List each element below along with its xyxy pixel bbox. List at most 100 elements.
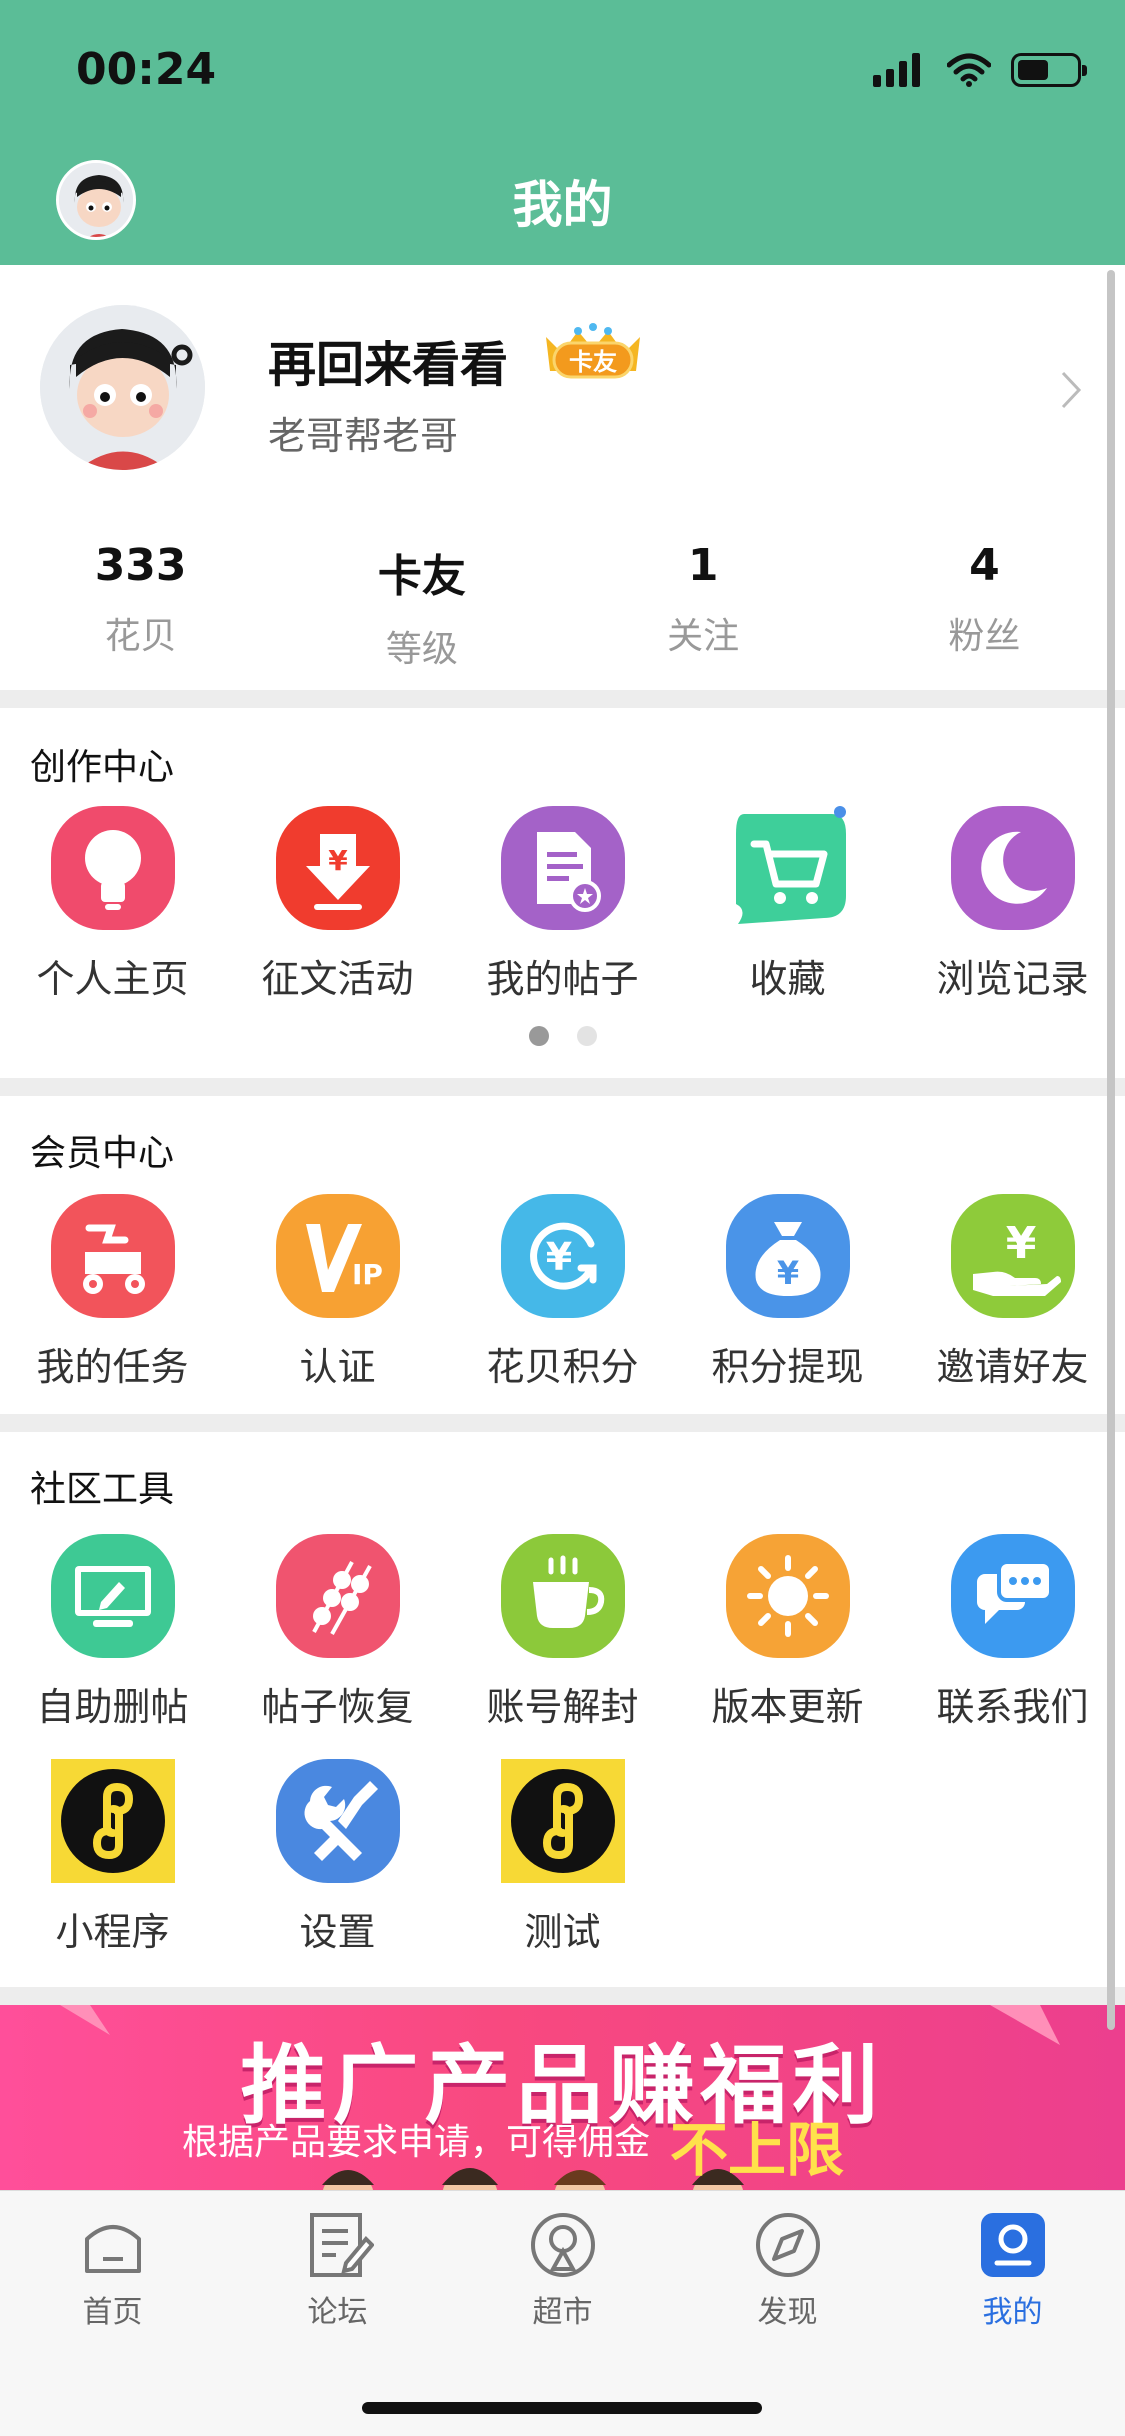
page-dot[interactable] [576, 1026, 597, 1046]
market-icon [530, 2213, 595, 2277]
member-center-grid: 我的任务 IP 认证 ¥ 花贝积分 ¥ 积分提现 ¥ 邀请好友 [0, 1192, 1125, 1391]
compass-icon [755, 2213, 820, 2277]
stat-value: 333 [94, 540, 187, 591]
community-tools-grid-row1: 自助删帖 帖子恢复 账号解封 版本更新 联系我们 [0, 1532, 1125, 1731]
grid-item-label: 收藏 [749, 957, 826, 1001]
page-indicator [0, 1026, 1125, 1046]
grid-item-self-delete[interactable]: 自助删帖 [0, 1532, 225, 1731]
tab-label: 我的 [982, 2295, 1043, 2330]
stat-label: 花贝 [104, 616, 177, 657]
tab-label: 首页 [82, 2295, 143, 2330]
status-time: 00:24 [76, 44, 217, 95]
status-icons [873, 50, 1087, 90]
skewer-icon [274, 1532, 402, 1660]
creation-center-section: 创作中心 个人主页 ¥ 征文活动 我的帖子 收藏 浏览记录 [0, 708, 1125, 1078]
chevron-right-icon[interactable] [1051, 365, 1091, 415]
grid-item-verify[interactable]: IP 认证 [225, 1192, 450, 1391]
profile-stats: 333 花贝 卡友 等级 1 关注 4 粉丝 [0, 540, 1125, 672]
tab-label: 超市 [532, 2295, 593, 2330]
page-title: 我的 [512, 176, 613, 234]
svg-text:¥: ¥ [776, 1254, 798, 1292]
wifi-icon [947, 53, 991, 87]
grid-item-mini-program[interactable]: 小程序 [0, 1757, 225, 1956]
tab-discover[interactable]: 发现 [675, 2209, 900, 2331]
grid-item-label: 积分提现 [711, 1345, 864, 1389]
grid-item-post-restore[interactable]: 帖子恢复 [225, 1532, 450, 1731]
home-indicator[interactable] [362, 2402, 762, 2414]
grid-item-favorites[interactable]: 收藏 [675, 804, 900, 1003]
grid-item-label: 花贝积分 [486, 1345, 639, 1389]
stat-value: 1 [687, 540, 719, 591]
banner-subtitle: 根据产品要求申请，可得佣金 [182, 2122, 651, 2163]
tab-mine[interactable]: 我的 [900, 2209, 1125, 2331]
grid-item-settings[interactable]: 设置 [225, 1757, 450, 1956]
section-title: 社区工具 [30, 1469, 175, 1510]
grid-item-label: 浏览记录 [936, 957, 1089, 1001]
svg-text:¥: ¥ [545, 1235, 571, 1279]
grid-item-invite[interactable]: ¥ 邀请好友 [900, 1192, 1125, 1391]
app-screen: 00:24 我的 再回来看看 卡友 老哥帮老哥 333 花贝 卡友 等级 1 关… [0, 0, 1125, 2436]
promo-banner[interactable]: 推广产品赚福利 根据产品要求申请，可得佣金 不上限 [0, 2005, 1125, 2190]
scrollbar[interactable] [1107, 270, 1115, 2030]
grid-item-my-tasks[interactable]: 我的任务 [0, 1192, 225, 1391]
grid-item-profile-home[interactable]: 个人主页 [0, 804, 225, 1003]
lightbulb-icon [49, 804, 177, 932]
money-bag-icon: ¥ [724, 1192, 852, 1320]
grid-item-contact[interactable]: 联系我们 [900, 1532, 1125, 1731]
grid-item-label: 我的帖子 [486, 957, 639, 1001]
stat-label: 粉丝 [948, 616, 1021, 657]
grid-item-label: 征文活动 [261, 957, 414, 1001]
grid-item-withdraw[interactable]: ¥ 积分提现 [675, 1192, 900, 1391]
forum-icon [309, 2213, 374, 2277]
grid-item-test[interactable]: 测试 [450, 1757, 675, 1956]
profile-icon [980, 2213, 1045, 2277]
banner-highlight: 不上限 [670, 2116, 845, 2184]
community-tools-grid-row2: 小程序 设置 测试 [0, 1757, 1125, 1956]
avatar[interactable] [40, 305, 205, 470]
stat-level[interactable]: 卡友 等级 [281, 540, 562, 672]
yuan-refresh-icon: ¥ [499, 1192, 627, 1320]
stat-fans[interactable]: 4 粉丝 [844, 540, 1125, 672]
top-bar: 00:24 我的 [0, 0, 1125, 265]
svg-text:¥: ¥ [328, 844, 348, 877]
svg-text:¥: ¥ [1005, 1218, 1036, 1269]
badge-label: 卡友 [569, 348, 617, 376]
grid-item-label: 设置 [299, 1910, 376, 1954]
tab-forum[interactable]: 论坛 [225, 2209, 450, 2331]
grid-item-essay-event[interactable]: ¥ 征文活动 [225, 804, 450, 1003]
stat-label: 等级 [385, 629, 458, 670]
profile-name: 再回来看看 [268, 337, 509, 393]
tab-market[interactable]: 超市 [450, 2209, 675, 2331]
stat-label: 关注 [667, 616, 740, 657]
grid-item-label: 个人主页 [36, 957, 189, 1001]
grid-item-label: 帖子恢复 [261, 1685, 414, 1729]
page-dot-active[interactable] [528, 1026, 549, 1046]
grid-item-label: 小程序 [55, 1910, 170, 1954]
grid-item-unban[interactable]: 账号解封 [450, 1532, 675, 1731]
hand-yuan-icon: ¥ [949, 1192, 1077, 1320]
section-title: 会员中心 [30, 1133, 175, 1174]
grid-item-my-posts[interactable]: 我的帖子 [450, 804, 675, 1003]
profile-card[interactable]: 再回来看看 卡友 老哥帮老哥 333 花贝 卡友 等级 1 关注 4 粉丝 [0, 265, 1125, 690]
creation-center-grid: 个人主页 ¥ 征文活动 我的帖子 收藏 浏览记录 [0, 804, 1125, 1003]
grid-item-label: 账号解封 [486, 1685, 639, 1729]
tab-bar: 首页 论坛 超市 发现 我的 [0, 2190, 1125, 2436]
grid-item-points[interactable]: ¥ 花贝积分 [450, 1192, 675, 1391]
section-title: 创作中心 [30, 747, 175, 788]
tab-label: 发现 [757, 2295, 818, 2330]
member-center-section: 会员中心 我的任务 IP 认证 ¥ 花贝积分 ¥ 积分提现 ¥ 邀请好友 [0, 1096, 1125, 1414]
stat-following[interactable]: 1 关注 [563, 540, 844, 672]
battery-icon [1011, 53, 1087, 87]
sun-icon [724, 1532, 852, 1660]
vip-icon: IP [274, 1192, 402, 1320]
mini-program-icon [499, 1757, 627, 1885]
level-badge: 卡友 [538, 323, 648, 385]
grid-item-version-update[interactable]: 版本更新 [675, 1532, 900, 1731]
coffee-icon [499, 1532, 627, 1660]
tab-home[interactable]: 首页 [0, 2209, 225, 2331]
grid-item-history[interactable]: 浏览记录 [900, 804, 1125, 1003]
grid-item-label: 联系我们 [936, 1685, 1089, 1729]
moon-icon [949, 804, 1077, 932]
stat-huabei[interactable]: 333 花贝 [0, 540, 281, 672]
chat-icon [949, 1532, 1077, 1660]
